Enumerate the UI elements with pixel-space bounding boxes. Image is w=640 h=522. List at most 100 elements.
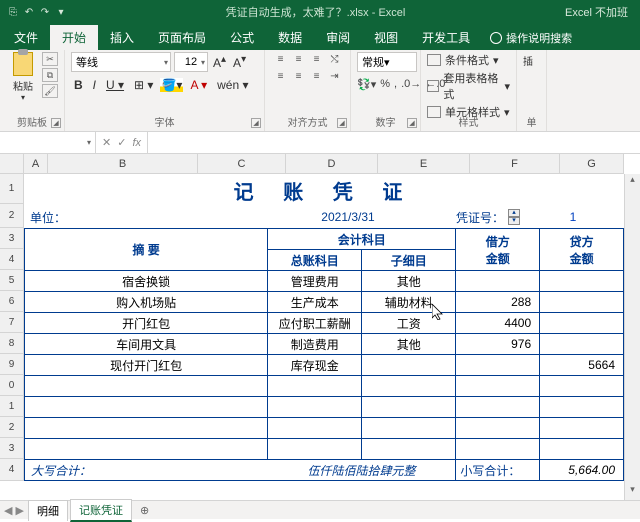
spin-down-icon[interactable]: ▾ xyxy=(508,217,520,225)
table-row[interactable]: 现付开门红包库存现金5664 xyxy=(25,355,624,376)
percent-icon[interactable]: % xyxy=(380,78,390,91)
fx-icon[interactable]: fx xyxy=(132,137,141,149)
table-row[interactable]: 车间用文具制造费用其他976 xyxy=(25,334,624,355)
col-header-E[interactable]: E xyxy=(378,154,470,173)
cell-summary[interactable]: 车间用文具 xyxy=(25,334,268,355)
cell-credit[interactable] xyxy=(540,334,624,355)
table-row[interactable] xyxy=(25,418,624,439)
cell-summary[interactable]: 宿舍换锁 xyxy=(25,271,268,292)
cell-debit[interactable] xyxy=(456,439,540,460)
cell-gl[interactable] xyxy=(268,397,362,418)
tab-insert[interactable]: 插入 xyxy=(98,25,146,50)
align-center-icon[interactable]: ≡ xyxy=(291,69,307,83)
cell-debit[interactable] xyxy=(456,418,540,439)
cell-sub[interactable]: 其他 xyxy=(362,271,456,292)
undo-icon[interactable]: ↶ xyxy=(24,7,34,17)
conditional-format-button[interactable]: 条件格式 ▾ xyxy=(427,52,510,68)
cell-credit[interactable] xyxy=(540,292,624,313)
row-header[interactable]: 9 xyxy=(0,354,24,375)
cell-gl[interactable]: 库存现金 xyxy=(268,355,362,376)
cell-credit[interactable] xyxy=(540,271,624,292)
cell-gl[interactable]: 应付职工薪酬 xyxy=(268,313,362,334)
format-painter-icon[interactable]: 🖌 xyxy=(42,84,58,98)
row-header[interactable]: 2 xyxy=(0,204,24,228)
table-row[interactable]: 开门红包应付职工薪酬工资4400 xyxy=(25,313,624,334)
scroll-down-icon[interactable]: ▾ xyxy=(625,484,640,500)
enter-icon[interactable]: ✓ xyxy=(117,136,126,149)
cell-gl[interactable] xyxy=(268,439,362,460)
align-left-icon[interactable]: ≡ xyxy=(273,69,289,83)
increase-font-icon[interactable]: A▴ xyxy=(211,54,228,70)
col-header-D[interactable]: D xyxy=(286,154,378,173)
phonetic-button[interactable]: wén ▾ xyxy=(214,78,251,92)
orientation-icon[interactable]: ⤭ xyxy=(327,52,343,66)
align-bottom-icon[interactable]: ≡ xyxy=(309,52,325,66)
new-sheet-button[interactable]: ⊕ xyxy=(134,504,155,517)
row-header[interactable]: 1 xyxy=(0,396,24,417)
tab-home[interactable]: 开始 xyxy=(50,25,98,50)
cell-gl[interactable]: 生产成本 xyxy=(268,292,362,313)
row-header[interactable]: 7 xyxy=(0,312,24,333)
cell-debit[interactable]: 976 xyxy=(456,334,540,355)
cell-credit[interactable] xyxy=(540,397,624,418)
bold-button[interactable]: B xyxy=(71,78,86,92)
tab-layout[interactable]: 页面布局 xyxy=(146,25,218,50)
underline-button[interactable]: U ▾ xyxy=(103,78,127,92)
cell-debit[interactable] xyxy=(456,397,540,418)
redo-icon[interactable]: ↷ xyxy=(40,7,50,17)
insert-cells-button[interactable]: 插 xyxy=(523,53,540,68)
cell-sub[interactable]: 辅助材料 xyxy=(362,292,456,313)
row-header[interactable]: 0 xyxy=(0,375,24,396)
row-header[interactable]: 1 xyxy=(0,174,24,204)
row-header[interactable]: 4 xyxy=(0,249,24,270)
account-name[interactable]: Excel 不加班 xyxy=(565,4,628,20)
cell-sub[interactable] xyxy=(362,355,456,376)
tab-formulas[interactable]: 公式 xyxy=(218,25,266,50)
cell-summary[interactable] xyxy=(25,439,268,460)
paste-button[interactable]: 粘贴▾ xyxy=(6,52,40,102)
cancel-icon[interactable]: ✕ xyxy=(102,136,111,149)
cell-credit[interactable] xyxy=(540,313,624,334)
copy-icon[interactable]: ⧉ xyxy=(42,68,58,82)
font-launcher[interactable]: ◢ xyxy=(251,118,261,128)
font-size-select[interactable]: 12▾ xyxy=(174,52,208,72)
font-color-button[interactable]: A ▾ xyxy=(187,78,210,92)
row-header[interactable]: 4 xyxy=(0,459,24,481)
cells-grid[interactable]: 记 账 凭 证 单位： 2021/3/31 凭证号： ▴▾ 1 摘 要 会计科目… xyxy=(24,174,624,500)
cell-debit[interactable] xyxy=(456,271,540,292)
decrease-font-icon[interactable]: A▾ xyxy=(231,54,248,70)
comma-icon[interactable]: , xyxy=(394,78,397,91)
increase-decimal-icon[interactable]: .0→ xyxy=(401,78,421,91)
tab-data[interactable]: 数据 xyxy=(266,25,314,50)
cell-gl[interactable]: 管理费用 xyxy=(268,271,362,292)
indent-icon[interactable]: ⇥ xyxy=(327,69,343,83)
cell-gl[interactable]: 制造费用 xyxy=(268,334,362,355)
cell-sub[interactable] xyxy=(362,397,456,418)
row-header[interactable]: 6 xyxy=(0,291,24,312)
table-row[interactable] xyxy=(25,439,624,460)
cell-sub[interactable]: 其他 xyxy=(362,334,456,355)
cell-credit[interactable] xyxy=(540,439,624,460)
autosave-icon[interactable]: ⎘ xyxy=(8,7,18,17)
row-header[interactable]: 3 xyxy=(0,228,24,249)
row-headers[interactable]: 12345678901234 xyxy=(0,174,24,481)
cell-sub[interactable]: 工资 xyxy=(362,313,456,334)
align-right-icon[interactable]: ≡ xyxy=(309,69,325,83)
cell-summary[interactable]: 开门红包 xyxy=(25,313,268,334)
voucher-no-spinner[interactable]: ▴▾ xyxy=(508,209,522,225)
cell-gl[interactable] xyxy=(268,418,362,439)
col-header-B[interactable]: B xyxy=(48,154,198,173)
accounting-format-icon[interactable]: 💱▾ xyxy=(357,78,376,91)
format-as-table-button[interactable]: 套用表格格式 ▾ xyxy=(427,70,510,102)
column-headers[interactable]: ABCDEFG xyxy=(24,154,624,174)
row-header[interactable]: 3 xyxy=(0,438,24,459)
row-header[interactable]: 8 xyxy=(0,333,24,354)
cell-debit[interactable]: 4400 xyxy=(456,313,540,334)
cell-summary[interactable] xyxy=(25,418,268,439)
cell-credit[interactable] xyxy=(540,418,624,439)
table-row[interactable]: 购入机场贴生产成本辅助材料288 xyxy=(25,292,624,313)
number-format-select[interactable]: 常规▾ xyxy=(357,52,417,72)
select-all-button[interactable] xyxy=(0,154,24,174)
cell-debit[interactable]: 288 xyxy=(456,292,540,313)
table-row[interactable] xyxy=(25,397,624,418)
